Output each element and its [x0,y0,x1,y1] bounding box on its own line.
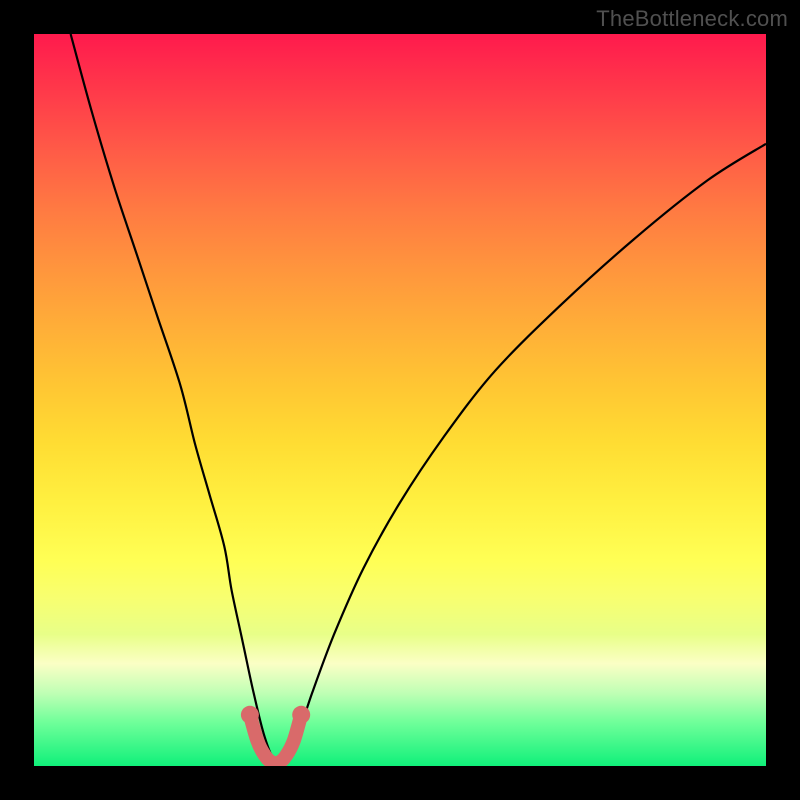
plot-area [34,34,766,766]
highlight-endpoint [241,706,259,724]
watermark-text: TheBottleneck.com [596,6,788,32]
optimal-highlight [250,715,301,763]
optimal-highlight-dots [241,706,310,724]
bottleneck-curve [71,34,766,766]
chart-svg [34,34,766,766]
highlight-endpoint [292,706,310,724]
